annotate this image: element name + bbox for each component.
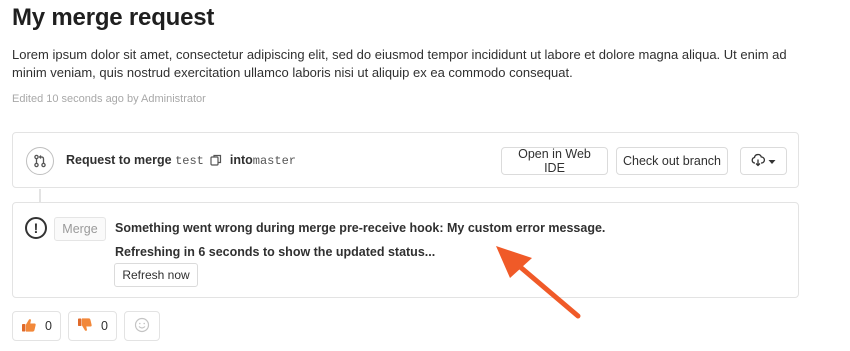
- merge-error-message: Something went wrong during merge pre-re…: [115, 221, 606, 235]
- widget-connector-line: [39, 189, 41, 202]
- merge-request-description: Lorem ipsum dolor sit amet, consectetur …: [12, 47, 787, 80]
- edited-info: Edited 10 seconds ago by Administrator: [12, 93, 206, 105]
- source-branch[interactable]: test: [175, 154, 204, 168]
- thumbs-down-icon: [77, 317, 93, 336]
- copy-icon[interactable]: [210, 154, 222, 169]
- merge-branch-info: Request to merge test intomaster: [66, 153, 296, 169]
- merge-request-page: My merge request Lorem ipsum dolor sit a…: [0, 0, 850, 351]
- refresh-now-button[interactable]: Refresh now: [114, 263, 198, 287]
- merge-button[interactable]: Merge: [54, 217, 106, 241]
- smiley-icon: [134, 317, 150, 336]
- open-in-web-ide-button[interactable]: Open in Web IDE: [501, 147, 608, 175]
- thumbs-up-count: 0: [45, 319, 52, 333]
- thumbs-down-award-button[interactable]: 0: [68, 311, 117, 341]
- merge-request-icon: [26, 147, 54, 175]
- merge-request-widget: Request to merge test intomaster Open in…: [12, 132, 799, 188]
- thumbs-down-count: 0: [101, 319, 108, 333]
- thumbs-up-icon: [21, 317, 37, 336]
- target-branch[interactable]: master: [253, 154, 296, 168]
- warning-icon: !: [25, 217, 47, 239]
- check-out-branch-button[interactable]: Check out branch: [616, 147, 728, 175]
- download-icon: [751, 153, 765, 170]
- add-reaction-button[interactable]: [124, 311, 160, 341]
- thumbs-up-award-button[interactable]: 0: [12, 311, 61, 341]
- merge-error-widget: ! Merge Something went wrong during merg…: [12, 202, 799, 298]
- chevron-down-icon: [768, 154, 776, 168]
- request-to-merge-label: Request to merge: [66, 153, 172, 167]
- download-dropdown-button[interactable]: [740, 147, 787, 175]
- refresh-status-message: Refreshing in 6 seconds to show the upda…: [115, 245, 436, 259]
- page-title: My merge request: [12, 4, 215, 31]
- annotation-arrow: [496, 246, 581, 319]
- into-label: into: [229, 153, 253, 167]
